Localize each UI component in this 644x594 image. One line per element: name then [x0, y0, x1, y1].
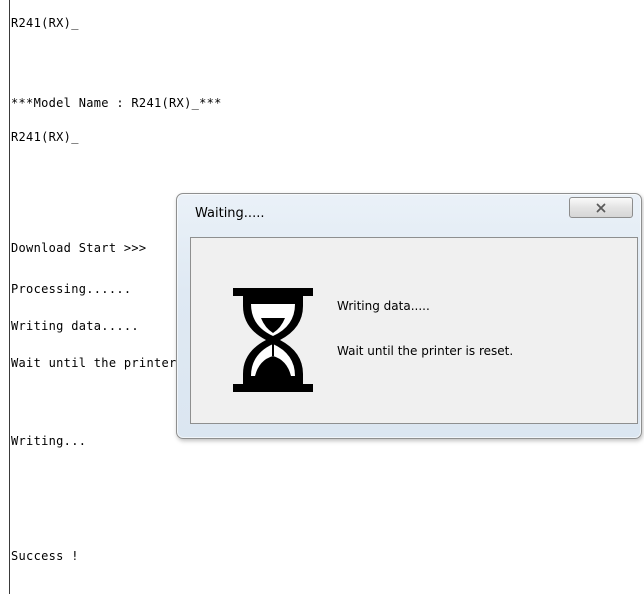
console-line: Download Start >>>: [11, 241, 147, 255]
close-button[interactable]: [569, 197, 633, 218]
console-line: R241(RX)_: [11, 16, 79, 30]
console-line: Processing......: [11, 282, 132, 296]
console-line: Success !: [11, 549, 79, 563]
hourglass-icon: [233, 288, 313, 392]
dialog-title: Waiting.....: [195, 206, 265, 221]
console-line: R241(RX)_: [11, 130, 79, 144]
dialog-message-wait: Wait until the printer is reset.: [337, 344, 514, 358]
console-line: Writing...: [11, 434, 87, 448]
console-left-border: [9, 0, 10, 594]
waiting-dialog: Waiting..... Writing data..... Wait unti…: [176, 193, 642, 439]
close-icon: [596, 203, 606, 212]
console-line: ***Model Name : R241(RX)_***: [11, 96, 222, 110]
dialog-body: Writing data..... Wait until the printer…: [190, 237, 638, 424]
dialog-message-writing: Writing data.....: [337, 299, 430, 313]
console-line: Writing data.....: [11, 319, 139, 333]
